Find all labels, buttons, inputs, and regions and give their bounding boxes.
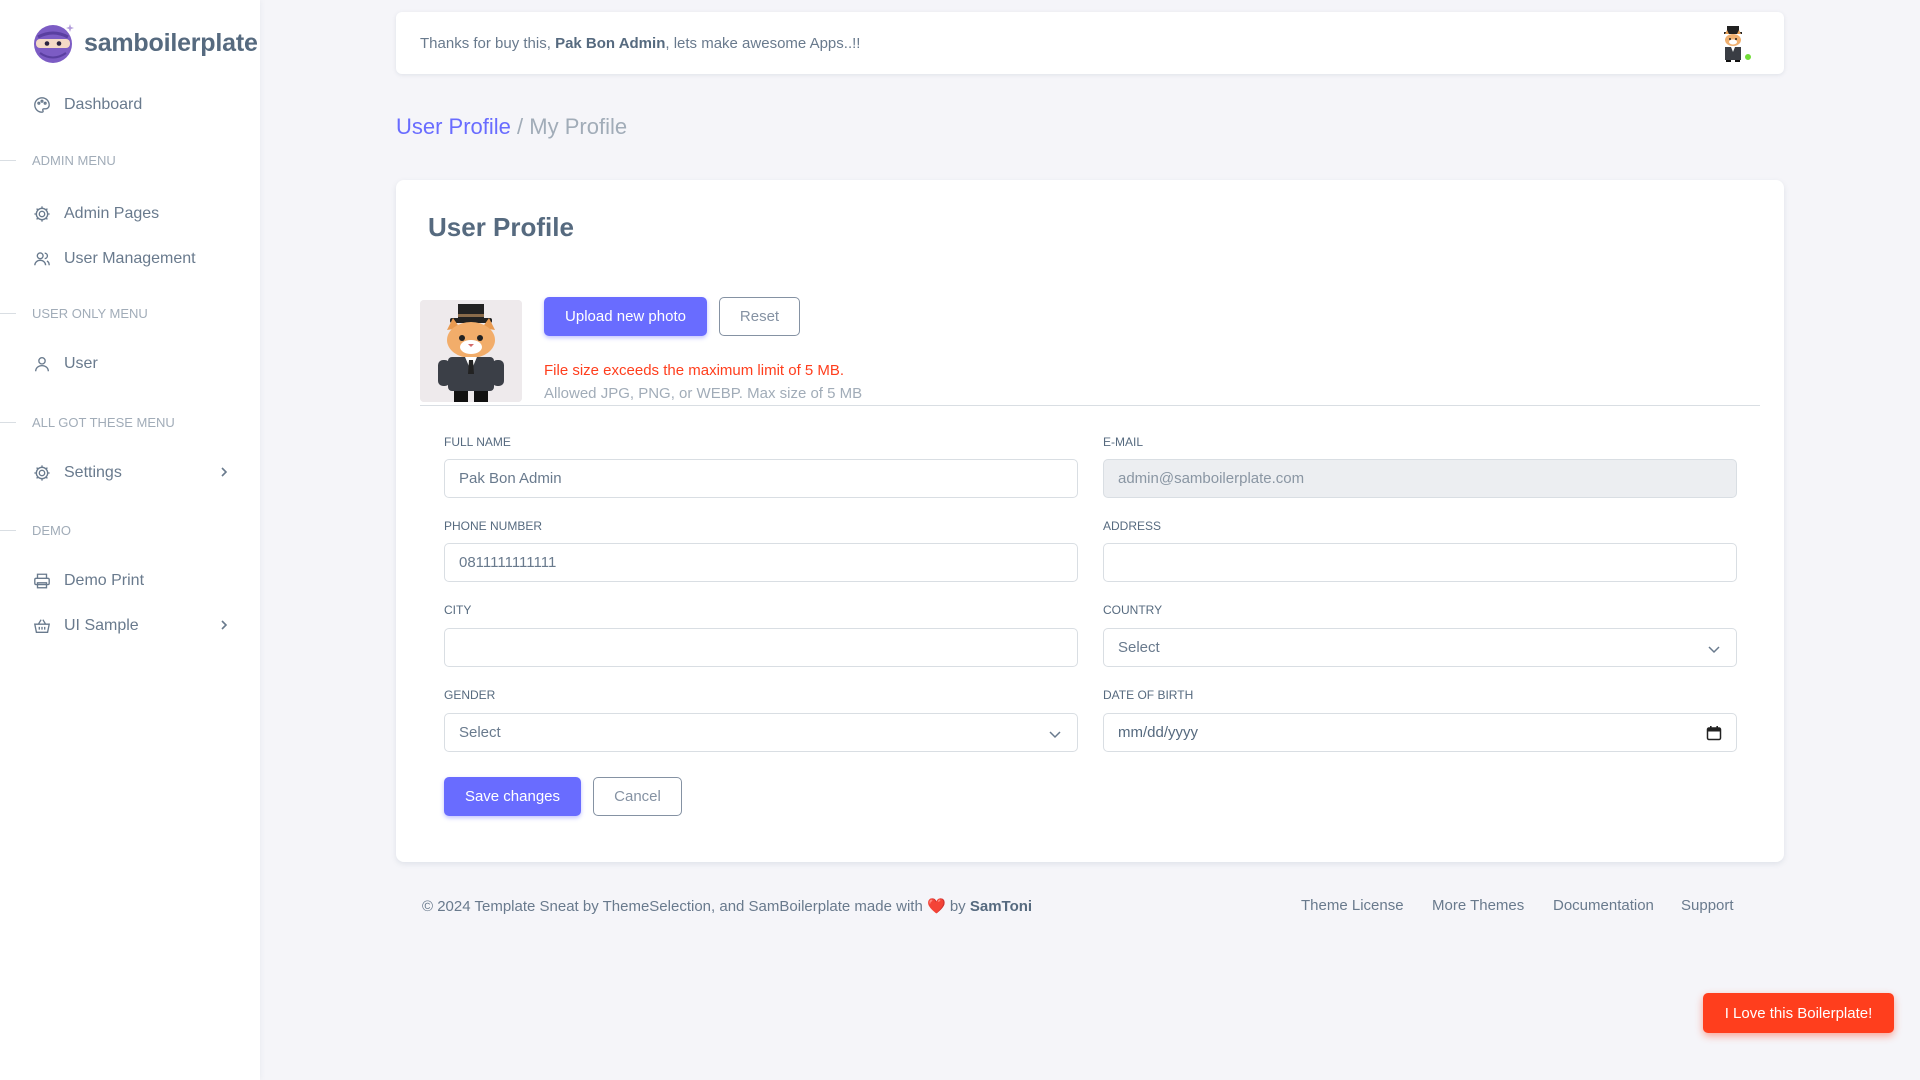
- email-label: E-MAIL: [1103, 435, 1144, 449]
- address-label: ADDRESS: [1103, 519, 1162, 533]
- footer-link-support[interactable]: Support: [1681, 897, 1734, 914]
- sidebar-item-label: Admin Pages: [64, 204, 160, 222]
- phone-label: PHONE NUMBER: [444, 519, 543, 533]
- country-label: COUNTRY: [1103, 603, 1163, 617]
- heart-icon: ❤️: [926, 898, 946, 915]
- gender-label: GENDER: [444, 688, 496, 702]
- brand[interactable]: samboilerplate: [0, 0, 260, 86]
- welcome-prefix: Thanks for buy this,: [420, 34, 556, 52]
- footer-link-theme-license[interactable]: Theme License: [1301, 897, 1404, 914]
- users-icon: [32, 249, 52, 269]
- sidebar-item-admin-pages[interactable]: Admin Pages: [0, 191, 260, 236]
- cancel-button[interactable]: Cancel: [593, 777, 682, 816]
- breadcrumb-separator: /: [517, 114, 524, 139]
- online-status-dot: [1743, 52, 1753, 62]
- menu-header-admin: ADMIN MENU: [0, 150, 116, 170]
- sidebar-item-ui-sample[interactable]: UI Sample: [0, 603, 260, 648]
- chevron-right-icon: [221, 620, 228, 630]
- footer-author[interactable]: SamToni: [970, 898, 1032, 915]
- sidebar-item-label: Demo Print: [64, 571, 145, 589]
- welcome-message: Thanks for buy this, Pak Bon Admin, lets…: [420, 35, 860, 52]
- sidebar-item-demo-print[interactable]: Demo Print: [0, 558, 260, 603]
- sidebar-item-user-management[interactable]: User Management: [0, 236, 260, 281]
- menu-demo-group: Demo Print UI Sample: [0, 558, 260, 648]
- dob-label: DATE OF BIRTH: [1103, 688, 1194, 702]
- welcome-suffix: , lets make awesome Apps..!!: [665, 34, 861, 52]
- menu-all-group: Settings: [0, 450, 260, 495]
- breadcrumb-current: My Profile: [529, 114, 628, 139]
- love-boilerplate-button[interactable]: I Love this Boilerplate!: [1703, 993, 1894, 1033]
- phone-input[interactable]: 0811111111111: [444, 543, 1078, 582]
- basket-icon: [32, 616, 52, 636]
- breadcrumb: User Profile / My Profile: [396, 114, 627, 140]
- gender-select-value: Select: [459, 724, 501, 741]
- user-icon: [32, 354, 52, 374]
- address-input[interactable]: [1103, 543, 1737, 582]
- menu-dashboard-wrap: Dashboard: [0, 82, 260, 127]
- sidebar-item-settings[interactable]: Settings: [0, 450, 260, 495]
- sidebar-item-label: User: [64, 354, 98, 372]
- footer-text-prefix: © 2024 Template Sneat by ThemeSelection,…: [422, 898, 927, 915]
- footer-link-more-themes[interactable]: More Themes: [1432, 897, 1524, 914]
- chevron-down-icon: [1049, 731, 1061, 739]
- sidebar-item-label: User Management: [64, 249, 196, 267]
- email-field: admin@samboilerplate.com: [1103, 459, 1737, 498]
- reset-photo-button[interactable]: Reset: [719, 297, 800, 336]
- profile-card: User Profile Upload new photo Reset File…: [396, 180, 1784, 862]
- gear-icon: [32, 463, 52, 483]
- upload-error-message: File size exceeds the maximum limit of 5…: [544, 362, 845, 379]
- menu-header-user-only: USER ONLY MENU: [0, 303, 148, 323]
- dob-input[interactable]: mm/dd/yyyy: [1103, 713, 1737, 752]
- card-title: User Profile: [428, 212, 574, 242]
- brand-name: samboilerplate: [84, 28, 258, 57]
- gear-icon: [32, 204, 52, 224]
- sidebar-item-label: Dashboard: [64, 95, 143, 113]
- country-select-value: Select: [1118, 639, 1160, 656]
- upload-photo-button[interactable]: Upload new photo: [544, 297, 707, 336]
- welcome-user-name: Pak Bon Admin: [555, 34, 666, 52]
- country-select[interactable]: Select: [1103, 628, 1737, 667]
- footer-link-documentation[interactable]: Documentation: [1553, 897, 1654, 914]
- menu-header-demo: DEMO: [0, 520, 71, 540]
- upload-hint: Allowed JPG, PNG, or WEBP. Max size of 5…: [544, 385, 863, 402]
- breadcrumb-parent[interactable]: User Profile: [396, 114, 511, 139]
- sidebar-item-dashboard[interactable]: Dashboard: [0, 82, 260, 127]
- sidebar: samboilerplate Dashboard ADMIN MENU Admi…: [0, 0, 260, 1080]
- user-avatar[interactable]: [1714, 24, 1753, 62]
- sidebar-item-label: Settings: [64, 463, 122, 481]
- gender-select[interactable]: Select: [444, 713, 1078, 752]
- full-name-input[interactable]: Pak Bon Admin: [444, 459, 1078, 498]
- profile-photo: [420, 300, 522, 402]
- menu-header-all: ALL GOT THESE MENU: [0, 412, 175, 432]
- top-navbar: Thanks for buy this, Pak Bon Admin, lets…: [396, 12, 1784, 74]
- save-changes-button[interactable]: Save changes: [444, 777, 581, 816]
- city-label: CITY: [444, 603, 472, 617]
- footer-text-by: by: [945, 898, 970, 915]
- divider: [420, 405, 1760, 406]
- palette-icon: [32, 95, 52, 115]
- footer-copyright: © 2024 Template Sneat by ThemeSelection,…: [422, 897, 1032, 915]
- full-name-label: FULL NAME: [444, 435, 511, 449]
- city-input[interactable]: [444, 628, 1078, 667]
- chevron-down-icon: [1708, 646, 1720, 654]
- chevron-right-icon: [221, 467, 228, 477]
- cat-photo-icon: [420, 300, 522, 402]
- menu-user-group: User: [0, 341, 260, 386]
- printer-icon: [32, 571, 52, 591]
- sidebar-item-user[interactable]: User: [0, 341, 260, 386]
- calendar-icon[interactable]: [1706, 725, 1722, 741]
- menu-admin-group: Admin Pages User Management: [0, 191, 260, 281]
- ninja-logo-icon: [34, 24, 74, 63]
- dob-placeholder: mm/dd/yyyy: [1118, 724, 1199, 741]
- sidebar-item-label: UI Sample: [64, 616, 139, 634]
